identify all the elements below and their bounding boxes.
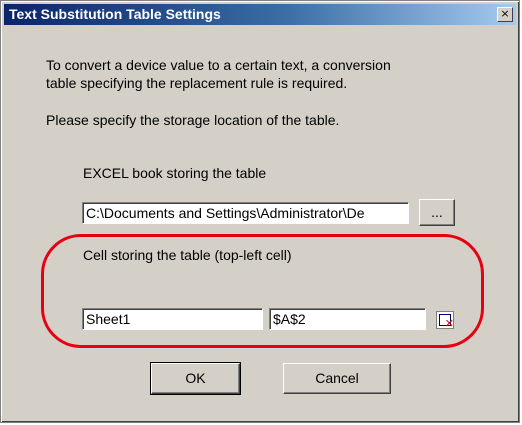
text-substitution-dialog: Text Substitution Table Settings × To co…	[0, 0, 520, 423]
cell-select-icon[interactable]: ✕	[436, 311, 454, 330]
close-icon: ×	[500, 7, 510, 20]
excel-book-label: EXCEL book storing the table	[83, 165, 267, 181]
cell-location-label: Cell storing the table (top-left cell)	[83, 247, 292, 263]
intro-line-3: Please specify the storage location of t…	[46, 112, 340, 128]
sheet-name-input[interactable]: Sheet1	[82, 308, 263, 330]
browse-button[interactable]: ...	[419, 199, 455, 226]
title-bar[interactable]: Text Substitution Table Settings ×	[4, 4, 516, 25]
close-button[interactable]: ×	[497, 7, 513, 22]
cell-select-icon-mark: ✕	[444, 317, 454, 330]
dialog-title: Text Substitution Table Settings	[9, 6, 221, 22]
cancel-button[interactable]: Cancel	[283, 363, 391, 394]
intro-line-1: To convert a device value to a certain t…	[46, 57, 391, 73]
intro-line-2: table specifying the replacement rule is…	[46, 75, 348, 91]
excel-path-input[interactable]: C:\Documents and Settings\Administrator\…	[82, 202, 409, 224]
cell-address-input[interactable]: $A$2	[269, 308, 426, 330]
ok-button[interactable]: OK	[150, 362, 241, 395]
